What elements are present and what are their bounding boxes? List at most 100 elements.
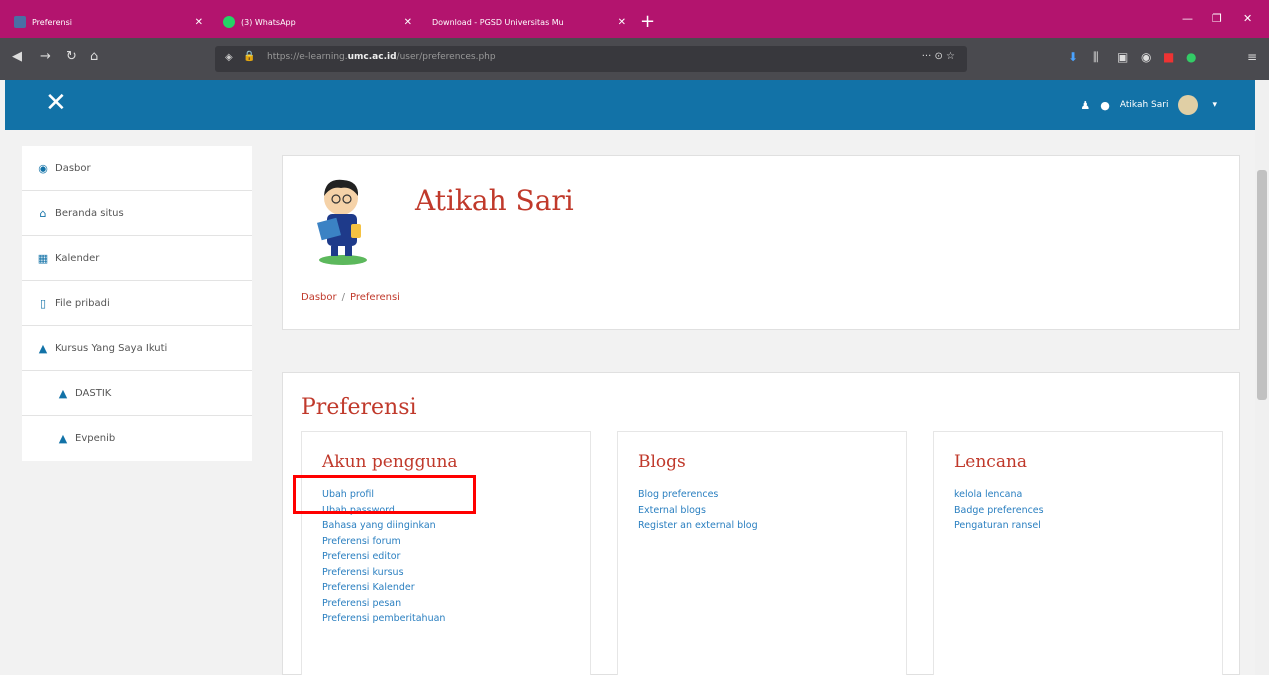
account-section-title: Akun pengguna [322, 452, 458, 472]
link-badge-preferences[interactable]: Badge preferences [954, 503, 1044, 519]
link-preferensi-editor[interactable]: Preferensi editor [322, 549, 445, 565]
preferences-card: Preferensi Akun pengguna Ubah profil Uba… [282, 372, 1240, 675]
sidebar-item-evpenib[interactable]: ▲ Evpenib [22, 416, 252, 461]
sidebar-item-kalender[interactable]: ▦ Kalender [22, 236, 252, 281]
url-path: /user/preferences.php [396, 52, 496, 62]
breadcrumb: Dasbor / Preferensi [301, 292, 400, 303]
sidebar-item-file-pribadi[interactable]: ▯ File pribadi [22, 281, 252, 326]
sidebar-item-label: File pribadi [55, 297, 110, 309]
browser-nav-bar: ◀ → ↻ ⌂ ◈ 🔒 https://e-learning.umc.ac.id… [0, 38, 1269, 80]
tab-download[interactable]: Download - PGSD Universitas Mu ✕ [424, 10, 634, 34]
link-preferensi-pesan[interactable]: Preferensi pesan [322, 596, 445, 612]
link-preferensi-kursus[interactable]: Preferensi kursus [322, 565, 445, 581]
close-drawer-icon[interactable]: ✕ [45, 88, 67, 118]
tab-title: Download - PGSD Universitas Mu [432, 17, 564, 27]
sidebar-item-label: Kalender [55, 252, 100, 264]
link-blog-preferences[interactable]: Blog preferences [638, 487, 758, 503]
url-bar[interactable]: ◈ 🔒 https://e-learning.umc.ac.id/user/pr… [215, 46, 967, 72]
breadcrumb-dasbor[interactable]: Dasbor [301, 292, 337, 303]
back-icon[interactable]: ◀ [12, 49, 22, 64]
caret-down-icon[interactable]: ▾ [1212, 100, 1217, 110]
extension-icon[interactable]: ◉ [1141, 50, 1151, 64]
sidebar-item-beranda[interactable]: ⌂ Beranda situs [22, 191, 252, 236]
sidebar-item-label: Kursus Yang Saya Ikuti [55, 342, 168, 354]
extension-circle-icon[interactable]: ● [1186, 50, 1196, 64]
new-tab-icon[interactable]: + [640, 11, 655, 32]
account-section: Akun pengguna Ubah profil Ubah password … [301, 431, 591, 675]
user-menu[interactable]: ♟ ● Atikah Sari ▾ [1070, 95, 1217, 115]
link-register-external-blog[interactable]: Register an external blog [638, 518, 758, 534]
restore-icon[interactable]: ❐ [1212, 12, 1222, 25]
user-avatar [317, 179, 367, 265]
library-icon[interactable]: ⫼ [1093, 50, 1099, 65]
moodle-favicon-icon [14, 16, 26, 28]
section-title: Preferensi [301, 395, 417, 420]
link-bahasa[interactable]: Bahasa yang diinginkan [322, 518, 445, 534]
lock-icon: 🔒 [243, 51, 256, 62]
sidebar-item-label: Dasbor [55, 162, 91, 174]
menu-icon[interactable]: ≡ [1247, 50, 1257, 64]
link-preferensi-forum[interactable]: Preferensi forum [322, 534, 445, 550]
page-actions-icon[interactable]: ··· ⊙ ☆ [922, 51, 955, 62]
link-preferensi-kalender[interactable]: Preferensi Kalender [322, 580, 445, 596]
graduation-cap-icon: ▲ [58, 386, 68, 400]
dashboard-icon: ◉ [38, 161, 48, 175]
url-domain: umc.ac.id [347, 52, 397, 62]
home-icon[interactable]: ⌂ [90, 49, 98, 64]
badges-section: Lencana kelola lencana Badge preferences… [933, 431, 1223, 675]
close-icon[interactable]: ✕ [404, 17, 412, 28]
reload-icon[interactable]: ↻ [66, 49, 77, 64]
graduation-cap-icon: ▲ [38, 341, 48, 355]
extension-m-icon[interactable]: ■ [1163, 50, 1174, 64]
breadcrumb-preferensi[interactable]: Preferensi [350, 292, 400, 303]
whatsapp-favicon-icon [223, 16, 235, 28]
url-text: https://e-learning.umc.ac.id/user/prefer… [267, 52, 496, 62]
blogs-section: Blogs Blog preferences External blogs Re… [617, 431, 907, 675]
tab-whatsapp[interactable]: (3) WhatsApp ✕ [215, 10, 420, 34]
blogs-section-title: Blogs [638, 452, 686, 472]
shield-icon[interactable]: ◈ [225, 52, 233, 63]
browser-tab-bar: Preferensi ✕ (3) WhatsApp ✕ Download - P… [0, 0, 1269, 38]
nav-drawer: ◉ Dasbor ⌂ Beranda situs ▦ Kalender ▯ Fi… [22, 146, 252, 461]
avatar[interactable] [1178, 95, 1199, 115]
tab-title: (3) WhatsApp [241, 17, 296, 27]
url-prefix: https://e-learning. [267, 52, 348, 62]
badges-links: kelola lencana Badge preferences Pengatu… [954, 487, 1044, 534]
scrollbar[interactable] [1255, 80, 1269, 675]
site-header: ✕ ♟ ● Atikah Sari ▾ [5, 80, 1255, 130]
close-icon[interactable]: ✕ [195, 17, 203, 28]
sidebar-item-kursus[interactable]: ▲ Kursus Yang Saya Ikuti [22, 326, 252, 371]
sidebar-item-label: DASTIK [75, 387, 112, 399]
sidebar-item-label: Evpenib [75, 433, 116, 444]
sidebar: ◉ Dasbor ⌂ Beranda situs ▦ Kalender ▯ Fi… [5, 130, 267, 675]
annotation-highlight-box [293, 475, 476, 514]
blogs-links: Blog preferences External blogs Register… [638, 487, 758, 534]
calendar-icon: ▦ [37, 251, 49, 265]
link-external-blogs[interactable]: External blogs [638, 503, 758, 519]
sidebar-item-label: Beranda situs [55, 207, 124, 219]
link-pengaturan-ransel[interactable]: Pengaturan ransel [954, 518, 1044, 534]
link-kelola-lencana[interactable]: kelola lencana [954, 487, 1044, 503]
sidebar-item-dastik[interactable]: ▲ DASTIK [22, 371, 252, 416]
link-preferensi-pemberitahuan[interactable]: Preferensi pemberitahuan [322, 611, 445, 627]
tab-title: Preferensi [32, 17, 72, 27]
graduation-cap-icon: ▲ [58, 432, 68, 445]
minimize-icon[interactable]: — [1182, 12, 1193, 25]
scrollbar-thumb[interactable] [1257, 170, 1267, 400]
page-header: Atikah Sari Dasbor / Preferensi [282, 155, 1240, 330]
file-icon: ▯ [39, 296, 47, 310]
notification-bell-icon[interactable]: ♟ [1080, 99, 1090, 112]
forward-icon[interactable]: → [40, 49, 51, 64]
badges-section-title: Lencana [954, 452, 1028, 472]
header-user-name[interactable]: Atikah Sari [1120, 100, 1169, 110]
home-icon: ⌂ [39, 206, 47, 220]
download-icon[interactable]: ⬇ [1068, 50, 1078, 64]
tab-preferensi[interactable]: Preferensi ✕ [6, 10, 211, 34]
window-close-icon[interactable]: ✕ [1243, 12, 1252, 25]
close-icon[interactable]: ✕ [618, 17, 626, 28]
message-icon[interactable]: ● [1100, 99, 1110, 112]
page-title: Atikah Sari [415, 184, 574, 217]
sidebar-item-dasbor[interactable]: ◉ Dasbor [22, 146, 252, 191]
sidebar-icon[interactable]: ▣ [1117, 50, 1128, 64]
breadcrumb-separator: / [341, 292, 345, 303]
